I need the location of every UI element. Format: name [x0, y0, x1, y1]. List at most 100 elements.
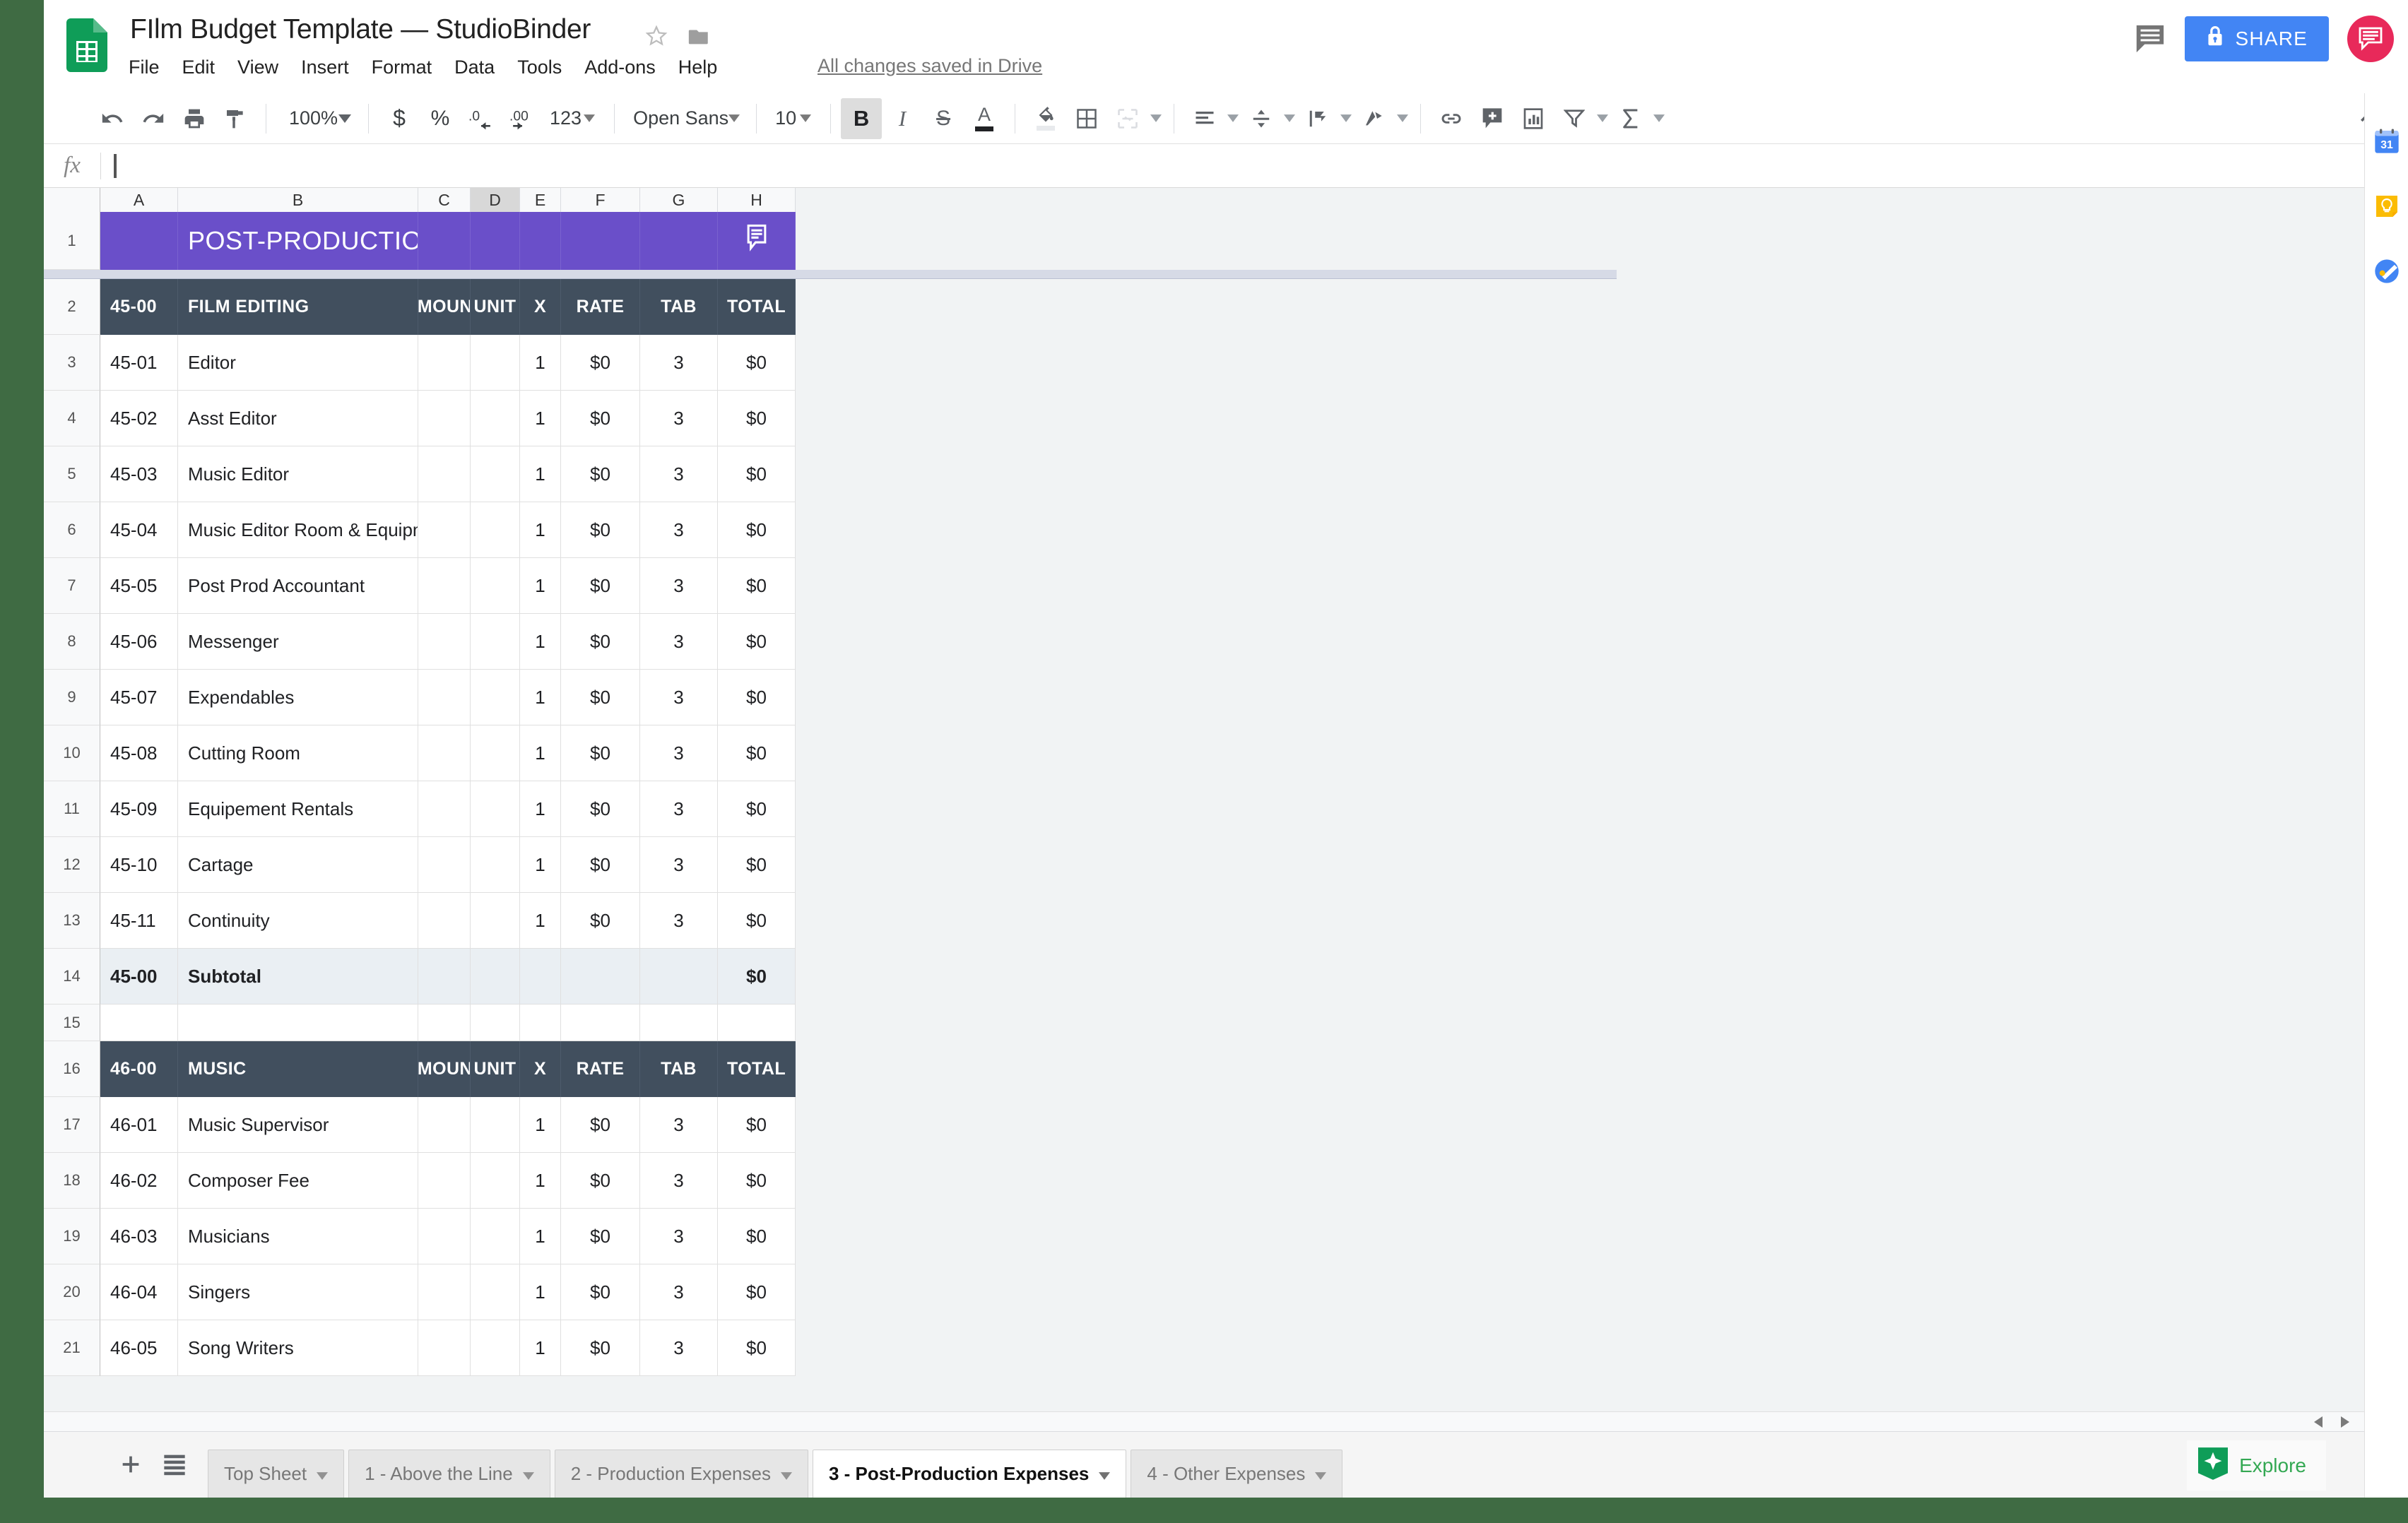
sheet-tab-production-expenses[interactable]: 2 - Production Expenses — [554, 1450, 808, 1498]
cell-tab[interactable]: 3 — [640, 725, 718, 781]
menu-data[interactable]: Data — [443, 54, 506, 81]
cell-desc[interactable]: Music Editor — [178, 446, 418, 502]
cell-amount[interactable] — [418, 670, 471, 725]
banner-cell-c[interactable] — [418, 212, 471, 270]
cell-tab[interactable]: 3 — [640, 670, 718, 725]
section-name[interactable]: FILM EDITING — [178, 279, 418, 335]
cell-tab[interactable]: 3 — [640, 781, 718, 837]
cell-rate[interactable]: $0 — [561, 781, 640, 837]
column-header-d[interactable]: D — [471, 188, 520, 212]
banner-cell-d[interactable] — [471, 212, 520, 270]
cell-total[interactable]: $0 — [718, 670, 796, 725]
currency-dollar-icon[interactable]: $ — [379, 98, 420, 139]
google-calendar-icon[interactable]: 31 — [2373, 127, 2401, 155]
cell-desc[interactable]: Editor — [178, 335, 418, 391]
cell-desc[interactable]: Music Editor Room & Equipment — [178, 502, 418, 558]
cell-tab[interactable]: 3 — [640, 558, 718, 614]
cell-amount[interactable] — [418, 446, 471, 502]
number-format-select[interactable]: 123 — [543, 98, 604, 139]
row-header[interactable]: 15 — [44, 1005, 100, 1041]
chevron-down-icon[interactable] — [1225, 98, 1241, 139]
sheet-tab-other-expenses[interactable]: 4 - Other Expenses — [1131, 1450, 1343, 1498]
cell-total[interactable]: $0 — [718, 446, 796, 502]
subtotal-total[interactable]: $0 — [718, 949, 796, 1005]
column-header-c[interactable]: C — [418, 188, 471, 212]
section-code[interactable]: 46-00 — [100, 1041, 178, 1097]
borders-icon[interactable] — [1066, 98, 1107, 139]
cell-amount[interactable] — [418, 837, 471, 893]
cell-code[interactable]: 46-04 — [100, 1264, 178, 1320]
cell-total[interactable]: $0 — [718, 1264, 796, 1320]
undo-icon[interactable] — [92, 98, 133, 139]
row-header[interactable]: 20 — [44, 1264, 100, 1320]
insert-chart-icon[interactable] — [1513, 98, 1554, 139]
spacer-cell[interactable] — [640, 1005, 718, 1041]
cell-desc[interactable]: Song Writers — [178, 1320, 418, 1376]
cell-x[interactable]: 1 — [520, 1097, 561, 1153]
paint-format-icon[interactable] — [215, 98, 256, 139]
cell-rate[interactable]: $0 — [561, 1264, 640, 1320]
cell-desc[interactable]: Asst Editor — [178, 391, 418, 446]
spacer-cell[interactable] — [178, 1005, 418, 1041]
cell-amount[interactable] — [418, 391, 471, 446]
cell-unit[interactable] — [471, 893, 520, 949]
sheet-tab-post-production-expenses[interactable]: 3 - Post-Production Expenses — [812, 1450, 1127, 1498]
cell-code[interactable]: 45-11 — [100, 893, 178, 949]
menu-insert[interactable]: Insert — [290, 54, 360, 81]
chevron-down-icon[interactable] — [1395, 98, 1410, 139]
subtotal-rate[interactable] — [561, 949, 640, 1005]
column-header-f[interactable]: F — [561, 188, 640, 212]
col-tab-header[interactable]: TAB — [640, 1041, 718, 1097]
increase-decimal-icon[interactable]: .00 — [502, 98, 543, 139]
save-status[interactable]: All changes saved in Drive — [818, 55, 1042, 77]
chevron-down-icon[interactable] — [1651, 98, 1667, 139]
share-button[interactable]: SHARE — [2184, 16, 2329, 61]
cell-code[interactable]: 45-02 — [100, 391, 178, 446]
section-code[interactable]: 45-00 — [100, 279, 178, 335]
cell-total[interactable]: $0 — [718, 781, 796, 837]
cell-desc[interactable]: Music Supervisor — [178, 1097, 418, 1153]
banner-cell-a[interactable] — [100, 212, 178, 270]
chevron-down-icon[interactable] — [522, 1463, 534, 1485]
sum-functions-icon[interactable] — [1610, 98, 1651, 139]
comment-history-icon[interactable] — [2134, 23, 2166, 54]
cell-unit[interactable] — [471, 1097, 520, 1153]
cell-unit[interactable] — [471, 670, 520, 725]
cell-rate[interactable]: $0 — [561, 502, 640, 558]
text-rotation-icon[interactable] — [1354, 98, 1395, 139]
cell-total[interactable]: $0 — [718, 1320, 796, 1376]
cell-x[interactable]: 1 — [520, 558, 561, 614]
cell-desc[interactable]: Expendables — [178, 670, 418, 725]
banner-cell-f[interactable] — [561, 212, 640, 270]
cell-total[interactable]: $0 — [718, 558, 796, 614]
cell-tab[interactable]: 3 — [640, 614, 718, 670]
spacer-cell[interactable] — [561, 1005, 640, 1041]
cell-x[interactable]: 1 — [520, 614, 561, 670]
column-header-b[interactable]: B — [178, 188, 418, 212]
row-header[interactable]: 16 — [44, 1041, 100, 1097]
cell-rate[interactable]: $0 — [561, 446, 640, 502]
filter-icon[interactable] — [1554, 98, 1595, 139]
cell-tab[interactable]: 3 — [640, 446, 718, 502]
col-amount-header[interactable]: AMOUNT — [418, 279, 471, 335]
cell-amount[interactable] — [418, 335, 471, 391]
cell-tab[interactable]: 3 — [640, 1320, 718, 1376]
cell-total[interactable]: $0 — [718, 1097, 796, 1153]
name-box[interactable]: fx — [44, 144, 100, 187]
cell-unit[interactable] — [471, 558, 520, 614]
avatar[interactable] — [2347, 16, 2394, 62]
decrease-decimal-icon[interactable]: .0 — [461, 98, 502, 139]
cell-code[interactable]: 45-07 — [100, 670, 178, 725]
percent-icon[interactable]: % — [420, 98, 461, 139]
cell-rate[interactable]: $0 — [561, 1209, 640, 1264]
cell-code[interactable]: 45-06 — [100, 614, 178, 670]
cell-tab[interactable]: 3 — [640, 837, 718, 893]
menu-addons[interactable]: Add-ons — [573, 54, 667, 81]
cell-x[interactable]: 1 — [520, 391, 561, 446]
insert-link-icon[interactable] — [1431, 98, 1472, 139]
sheet-tab-above-the-line[interactable]: 1 - Above the Line — [348, 1450, 550, 1498]
cell-total[interactable]: $0 — [718, 1153, 796, 1209]
cell-rate[interactable]: $0 — [561, 670, 640, 725]
col-rate-header[interactable]: RATE — [561, 279, 640, 335]
subtotal-tab[interactable] — [640, 949, 718, 1005]
